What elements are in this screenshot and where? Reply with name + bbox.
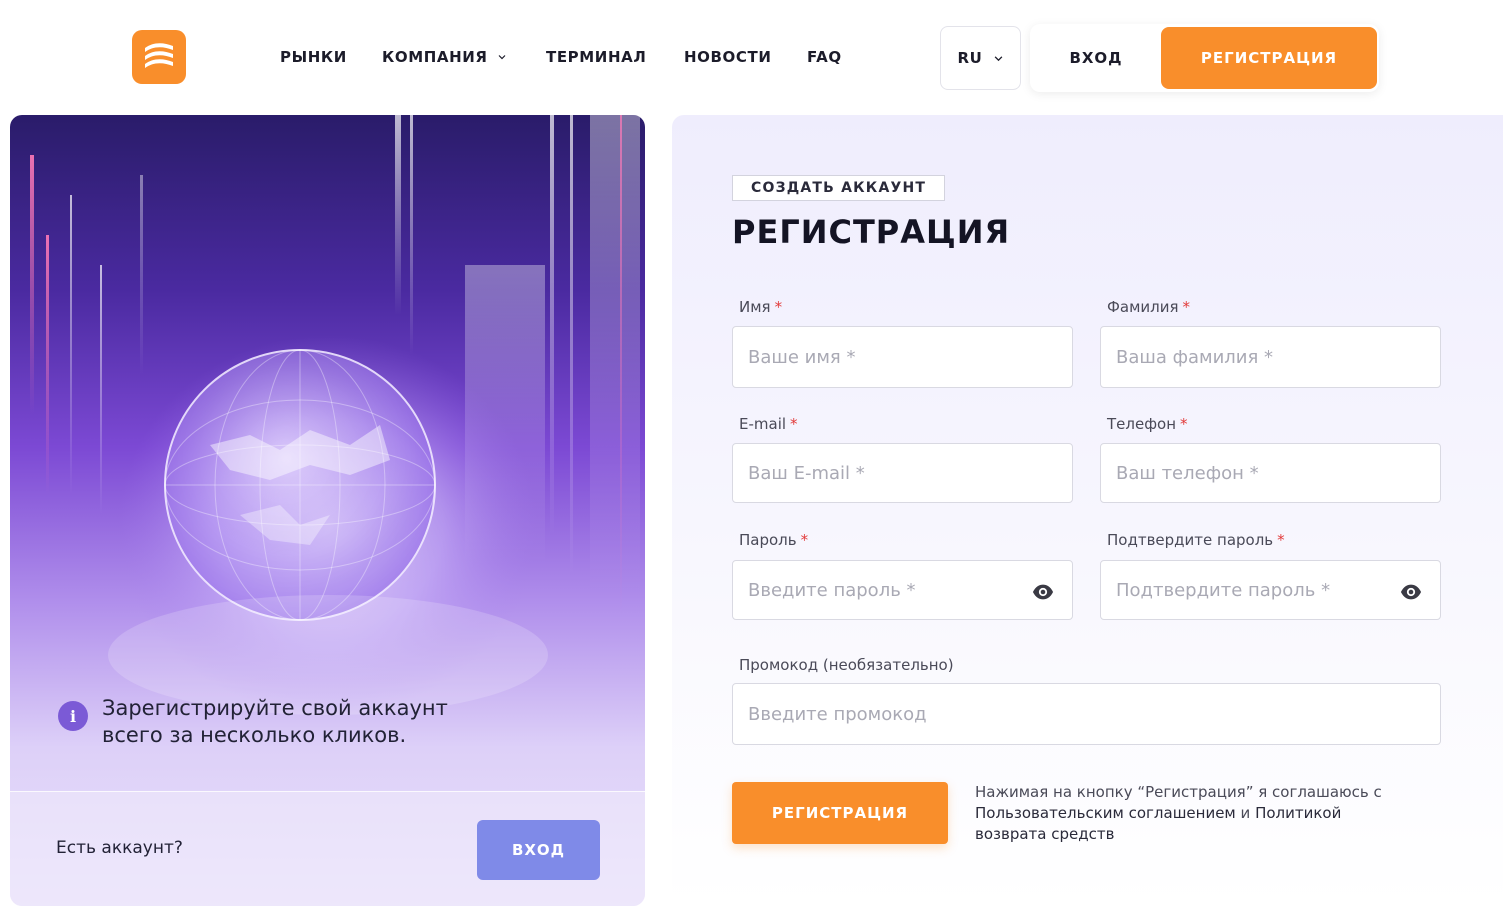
login-prompt: Есть аккаунт? ВХОД <box>10 791 645 906</box>
info-icon: i <box>58 701 88 731</box>
nav-markets[interactable]: РЫНКИ <box>280 46 382 68</box>
last-name-label: Фамилия * <box>1107 298 1191 316</box>
confirm-password-field <box>1100 560 1441 620</box>
globe-illustration <box>30 115 640 715</box>
promo-field <box>732 683 1441 745</box>
info-text: Зарегистрируйте свой аккаунт всего за не… <box>102 696 448 747</box>
chevron-down-icon <box>498 55 505 60</box>
password-label: Пароль * <box>739 531 809 549</box>
last-name-field <box>1100 326 1441 388</box>
eye-icon[interactable] <box>1032 581 1054 603</box>
header-register-button[interactable]: РЕГИСТРАЦИЯ <box>1161 27 1377 89</box>
language-selector[interactable]: RU <box>940 26 1021 90</box>
required-mark: * <box>1180 415 1188 433</box>
register-button[interactable]: РЕГИСТРАЦИЯ <box>732 782 948 844</box>
promo-label: Промокод (необязательно) <box>739 656 954 674</box>
last-name-input[interactable] <box>1101 327 1440 387</box>
main-nav: РЫНКИ КОМПАНИЯ ТЕРМИНАЛ НОВОСТИ FAQ <box>280 46 867 68</box>
first-name-input[interactable] <box>733 327 1072 387</box>
first-name-label: Имя * <box>739 298 783 316</box>
phone-label: Телефон * <box>1107 415 1188 433</box>
page-title: РЕГИСТРАЦИЯ <box>732 213 1011 251</box>
info-note: i Зарегистрируйте свой аккаунт всего за … <box>58 695 482 749</box>
panel-login-button[interactable]: ВХОД <box>477 820 600 880</box>
promo-input[interactable] <box>733 684 1440 744</box>
header-login-button[interactable]: ВХОД <box>1033 27 1159 89</box>
promo-panel: i Зарегистрируйте свой аккаунт всего за … <box>10 115 645 906</box>
required-mark: * <box>774 298 783 316</box>
nav-news[interactable]: НОВОСТИ <box>684 46 807 68</box>
required-mark: * <box>790 415 798 433</box>
phone-input[interactable] <box>1101 444 1440 502</box>
brand-wave-logo <box>145 43 173 68</box>
registration-form: СОЗДАТЬ АККАУНТ РЕГИСТРАЦИЯ Имя* Фамилия… <box>672 115 1503 906</box>
password-field <box>732 560 1073 620</box>
nav-company[interactable]: КОМПАНИЯ <box>382 46 546 68</box>
eye-icon[interactable] <box>1400 581 1422 603</box>
password-input[interactable] <box>733 561 1072 619</box>
confirm-password-input[interactable] <box>1101 561 1440 619</box>
site-header: РЫНКИ КОМПАНИЯ ТЕРМИНАЛ НОВОСТИ FAQ RU В… <box>0 0 1503 112</box>
required-mark: * <box>1182 298 1191 316</box>
terms-agreement: Нажимая на кнопку “Регистрация” я соглаш… <box>975 783 1382 843</box>
auth-buttons: ВХОД РЕГИСТРАЦИЯ <box>1030 24 1379 92</box>
email-label: E-mail * <box>739 415 798 433</box>
brand-logo[interactable] <box>132 30 186 84</box>
email-input[interactable] <box>733 444 1072 502</box>
required-mark: * <box>800 531 809 549</box>
create-account-badge: СОЗДАТЬ АККАУНТ <box>732 175 946 201</box>
first-name-field <box>732 326 1073 388</box>
user-agreement-link[interactable]: Пользовательским соглашением <box>975 804 1236 822</box>
chevron-down-icon <box>995 55 1003 61</box>
nav-faq[interactable]: FAQ <box>807 46 867 68</box>
language-value: RU <box>957 49 983 67</box>
phone-field <box>1100 443 1441 503</box>
nav-terminal[interactable]: ТЕРМИНАЛ <box>546 46 684 68</box>
confirm-password-label: Подтвердите пароль * <box>1107 531 1285 549</box>
email-field <box>732 443 1073 503</box>
required-mark: * <box>1277 531 1285 549</box>
have-account-text: Есть аккаунт? <box>56 838 183 858</box>
